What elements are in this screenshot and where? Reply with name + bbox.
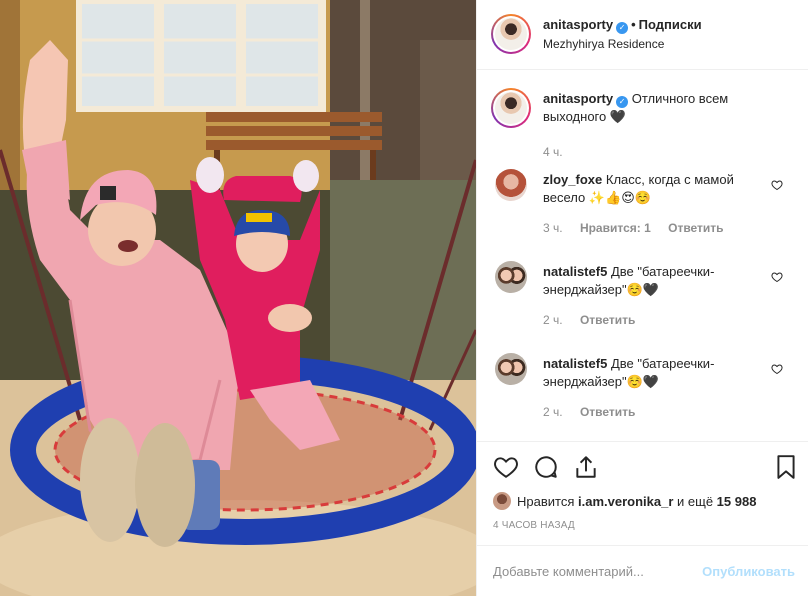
comment-likes-count[interactable]: Нравится: 1: [580, 221, 651, 235]
comment-username[interactable]: natalistef5: [543, 264, 607, 279]
comment-meta: 2 ч. Ответить: [543, 405, 649, 419]
reply-button[interactable]: Ответить: [580, 313, 635, 327]
comment-text-block: natalistef5 Две "батареечки-энерджайзер"…: [543, 263, 765, 299]
liker-avatar[interactable]: [493, 492, 511, 510]
reply-button[interactable]: Ответить: [580, 405, 635, 419]
likes-count[interactable]: 15 988: [717, 494, 757, 509]
likes-prefix: Нравится: [517, 494, 575, 509]
comments-list[interactable]: anitasporty ✓ Отличного всем выходного 🖤 …: [477, 71, 808, 441]
post-header: anitasporty ✓ • Подписки Mezhyhirya Residen…: [477, 0, 808, 70]
verified-icon: ✓: [616, 22, 629, 34]
add-comment-bar: Добавьте комментарий... Опубликовать: [477, 545, 808, 596]
separator-dot: •: [631, 17, 636, 32]
comment-like-heart-icon[interactable]: [771, 363, 783, 375]
following-button[interactable]: Подписки: [639, 17, 702, 32]
comment-time[interactable]: 2 ч.: [543, 313, 563, 327]
post-actions: Нравится i.am.veronika_r и ещё 15 988 4 …: [477, 441, 808, 545]
caption-username[interactable]: anitasporty: [543, 91, 613, 106]
caption-meta: 4 ч.: [543, 145, 577, 159]
caption-time[interactable]: 4 ч.: [543, 145, 563, 159]
comment-avatar[interactable]: [495, 261, 527, 293]
author-username[interactable]: anitasporty: [543, 17, 613, 32]
comment-username[interactable]: zloy_foxe: [543, 172, 602, 187]
post-photo[interactable]: [0, 0, 476, 596]
post-location[interactable]: Mezhyhirya Residence: [543, 37, 664, 51]
publish-button[interactable]: Опубликовать: [702, 564, 795, 579]
comment-like-heart-icon[interactable]: [771, 179, 783, 191]
comment-time[interactable]: 3 ч.: [543, 221, 563, 235]
author-avatar[interactable]: [491, 14, 531, 54]
share-icon[interactable]: [573, 454, 599, 480]
post-timestamp[interactable]: 4 ЧАСОВ НАЗАД: [493, 520, 575, 531]
comment-input[interactable]: Добавьте комментарий...: [493, 564, 644, 579]
comment-icon[interactable]: [533, 454, 559, 480]
comment-time[interactable]: 2 ч.: [543, 405, 563, 419]
likes-summary: Нравится i.am.veronika_r и ещё 15 988: [493, 492, 756, 510]
likes-suffix: и ещё: [677, 494, 714, 509]
comment-username[interactable]: natalistef5: [543, 356, 607, 371]
liker-username[interactable]: i.am.veronika_r: [578, 494, 673, 509]
comment-meta: 2 ч. Ответить: [543, 313, 649, 327]
comment-avatar[interactable]: [495, 353, 527, 385]
photo-illustration: [0, 0, 476, 596]
comment-avatar[interactable]: [495, 169, 527, 201]
verified-icon: ✓: [616, 96, 629, 108]
comment-meta: 3 ч. Нравится: 1 Ответить: [543, 221, 738, 235]
caption-text-block: anitasporty ✓ Отличного всем выходного 🖤: [543, 90, 765, 126]
bookmark-icon[interactable]: [773, 454, 799, 480]
heart-icon[interactable]: [493, 454, 519, 480]
reply-button[interactable]: Ответить: [668, 221, 723, 235]
comment-text-block: natalistef5 Две "батареечки-энерджайзер"…: [543, 355, 765, 391]
post-side-panel: anitasporty ✓ • Подписки Mezhyhirya Residen…: [476, 0, 808, 596]
caption-author-avatar[interactable]: [491, 88, 531, 128]
comment-text-block: zloy_foxe Класс, когда с мамой весело ✨👍…: [543, 171, 765, 207]
header-user-line: anitasporty ✓ • Подписки: [543, 17, 702, 34]
comment-like-heart-icon[interactable]: [771, 271, 783, 283]
